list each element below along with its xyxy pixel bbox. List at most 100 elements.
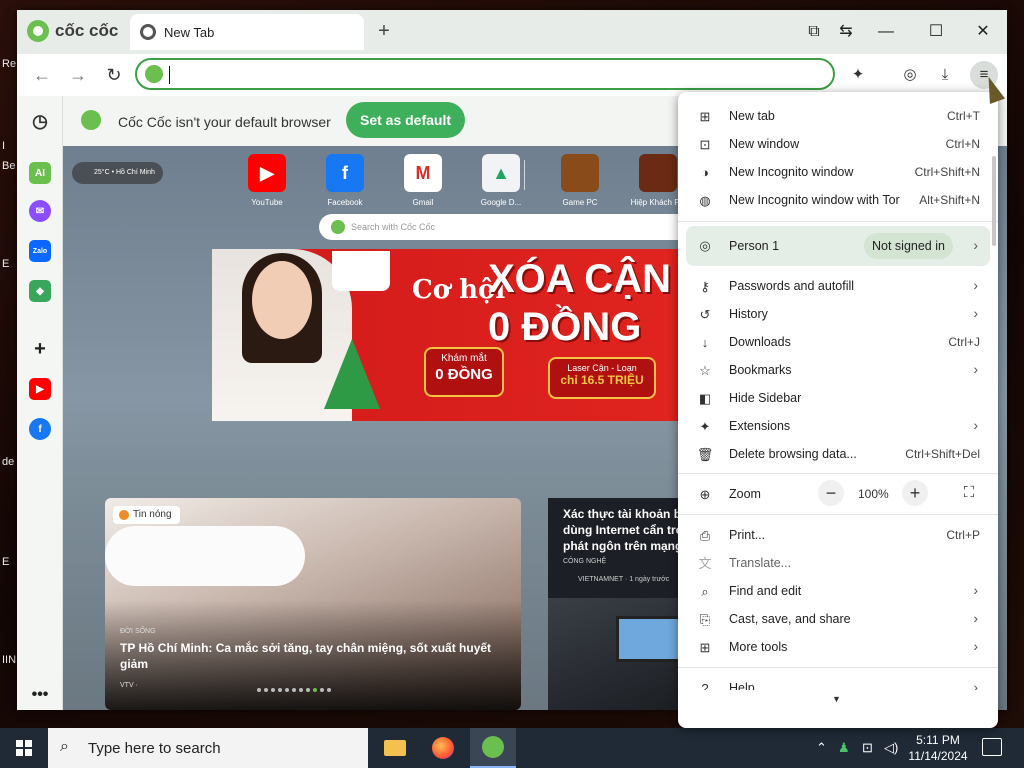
volume-icon[interactable]: ◁)	[884, 740, 898, 756]
screenshot-search-icon[interactable]: ⧉	[800, 20, 828, 44]
profile-icon[interactable]: ◎	[898, 63, 922, 87]
taskbar-search-placeholder: Type here to search	[88, 740, 221, 757]
newtab-search-input[interactable]: Search with Cốc Cốc	[319, 214, 699, 240]
fire-icon	[119, 510, 129, 520]
menu-scrollbar[interactable]	[992, 156, 996, 246]
shortcut-tile-youtube[interactable]: ▶ YouTube	[232, 154, 302, 207]
ai-assistant-icon[interactable]: AI	[29, 162, 51, 184]
start-button[interactable]	[0, 728, 48, 768]
menu-item-history[interactable]: ↺ History ›	[678, 300, 998, 328]
browser-brand[interactable]: cốc cốc	[27, 20, 118, 42]
messenger-icon[interactable]: ✉	[29, 200, 51, 222]
menu-item-label: New Incognito window	[729, 165, 854, 179]
scroll-down-arrow-icon[interactable]: ▼	[832, 694, 841, 704]
add-sidebar-item-icon[interactable]: +	[29, 338, 51, 360]
chevron-right-icon: ›	[973, 582, 978, 598]
carousel-dot[interactable]	[278, 688, 282, 692]
weather-widget[interactable]: 25°C • Hồ Chí Minh	[72, 162, 163, 184]
desktop-icon-label[interactable]: E	[2, 556, 9, 568]
news-title[interactable]: TP Hồ Chí Minh: Ca mắc sởi tăng, tay châ…	[120, 640, 500, 672]
coccoc-app[interactable]	[470, 728, 516, 768]
user-status-icon[interactable]: ♟	[838, 740, 850, 756]
taskbar-search-box[interactable]: ⌕ Type here to search	[48, 728, 368, 768]
share-icon: ⎘	[699, 612, 711, 627]
ad-banner[interactable]: Cơ hội XÓA CẬN 0 ĐỒNG Khám mắt 0 ĐỒNG La…	[212, 249, 682, 421]
desktop-icon-label[interactable]: Re	[2, 58, 16, 70]
menu-item-passwords[interactable]: ⚷ Passwords and autofill ›	[678, 272, 998, 300]
menu-item-print[interactable]: ⎙ Print... Ctrl+P	[678, 521, 998, 549]
minimize-button[interactable]: —	[872, 20, 900, 44]
menu-item-find-and-edit[interactable]: ⌕ Find and edit ›	[678, 577, 998, 605]
folder-icon	[384, 740, 406, 756]
news-card-featured[interactable]: Tin nóng ĐỜI SỐNG TP Hồ Chí Minh: Ca mắc…	[105, 498, 521, 710]
menu-item-new-incognito-tor[interactable]: ◍ New Incognito window with Tor Alt+Shif…	[678, 186, 998, 214]
game-controller-icon[interactable]: ◆	[29, 280, 51, 302]
extensions-icon[interactable]: ✦	[846, 63, 870, 87]
tab-search-icon[interactable]: ⇆	[832, 20, 860, 44]
menu-item-delete-browsing-data[interactable]: 🗑 Delete browsing data... Ctrl+Shift+Del	[678, 440, 998, 468]
desktop-icon-label[interactable]: E	[2, 258, 9, 270]
facebook-icon[interactable]: f	[29, 418, 51, 440]
menu-item-label: Bookmarks	[729, 363, 792, 377]
shortcut-tile-gmail[interactable]: M Gmail	[388, 154, 458, 207]
desktop-icon-label[interactable]: Be	[2, 160, 15, 172]
menu-item-hide-sidebar[interactable]: ◧ Hide Sidebar	[678, 384, 998, 412]
carousel-dot[interactable]	[257, 688, 261, 692]
close-button[interactable]: ✕	[969, 20, 997, 44]
history-clock-icon[interactable]: ◷	[29, 110, 51, 132]
menu-item-new-tab[interactable]: ⊞ New tab Ctrl+T	[678, 102, 998, 130]
more-icon[interactable]: •••	[29, 684, 51, 706]
tile-label: Gmail	[412, 198, 434, 207]
carousel-dots[interactable]	[257, 688, 331, 692]
news-card-secondary[interactable]: Xác thực tài khoản buộc dùng Internet cẩ…	[548, 498, 698, 710]
shortcut-tile-game-pc[interactable]: Game PC	[545, 154, 615, 207]
network-icon[interactable]: ⊡	[862, 740, 873, 756]
carousel-dot[interactable]	[306, 688, 310, 692]
firefox-app[interactable]	[420, 728, 466, 768]
menu-item-downloads[interactable]: ↓ Downloads Ctrl+J	[678, 328, 998, 356]
forward-button[interactable]: →	[65, 63, 91, 87]
new-tab-button[interactable]: +	[372, 20, 396, 44]
system-clock[interactable]: 5:11 PM 11/14/2024	[900, 732, 976, 764]
shortcut-tile-facebook[interactable]: f Facebook	[310, 154, 380, 207]
menu-item-more-tools[interactable]: ⊞ More tools ›	[678, 633, 998, 661]
carousel-dot[interactable]	[327, 688, 331, 692]
toolbar: ← → ↻ ✦ ◎ ⤓ ≡	[17, 54, 1007, 96]
youtube-icon[interactable]: ▶	[29, 378, 51, 400]
menu-item-cast-save-share[interactable]: ⎘ Cast, save, and share ›	[678, 605, 998, 633]
fullscreen-icon[interactable]: ⛶	[956, 480, 982, 506]
notification-center-icon[interactable]	[982, 738, 1002, 756]
sign-in-status-badge[interactable]: Not signed in	[864, 233, 953, 259]
show-hidden-icons-icon[interactable]: ⌃	[816, 740, 827, 756]
carousel-dot[interactable]	[292, 688, 296, 692]
shortcut-tile-google-drive[interactable]: ▲ Google D...	[466, 154, 536, 207]
menu-item-translate[interactable]: 文 Translate...	[678, 549, 998, 577]
menu-item-help[interactable]: ? Help ›	[678, 674, 998, 690]
menu-item-new-window[interactable]: ⊡ New window Ctrl+N	[678, 130, 998, 158]
desktop-icon-label[interactable]: IIN	[2, 654, 16, 666]
carousel-dot[interactable]	[299, 688, 303, 692]
download-icon[interactable]: ⤓	[933, 63, 957, 87]
zoom-out-button[interactable]: −	[818, 480, 844, 506]
file-explorer-app[interactable]	[372, 728, 418, 768]
menu-item-profile[interactable]: ◎ Person 1 Not signed in ›	[686, 226, 990, 266]
desktop-icon-label[interactable]: I	[2, 140, 5, 152]
reload-button[interactable]: ↻	[101, 63, 127, 87]
desktop-icon-label[interactable]: de	[2, 456, 14, 468]
carousel-dot[interactable]	[271, 688, 275, 692]
menu-item-new-incognito[interactable]: ◑ New Incognito window Ctrl+Shift+N	[678, 158, 998, 186]
zoom-in-button[interactable]: +	[902, 480, 928, 506]
carousel-dot[interactable]	[285, 688, 289, 692]
set-as-default-button[interactable]: Set as default	[346, 102, 465, 138]
menu-item-bookmarks[interactable]: ☆ Bookmarks ›	[678, 356, 998, 384]
tab-new-tab[interactable]: New Tab	[130, 14, 364, 50]
carousel-dot-active[interactable]	[313, 688, 317, 692]
address-bar[interactable]	[135, 58, 835, 90]
maximize-button[interactable]: ☐	[922, 20, 950, 44]
menu-item-label: Help	[729, 681, 755, 690]
zalo-icon[interactable]: Zalo	[29, 240, 51, 262]
back-button[interactable]: ←	[29, 63, 55, 87]
menu-item-extensions[interactable]: ✦ Extensions ›	[678, 412, 998, 440]
carousel-dot[interactable]	[320, 688, 324, 692]
carousel-dot[interactable]	[264, 688, 268, 692]
